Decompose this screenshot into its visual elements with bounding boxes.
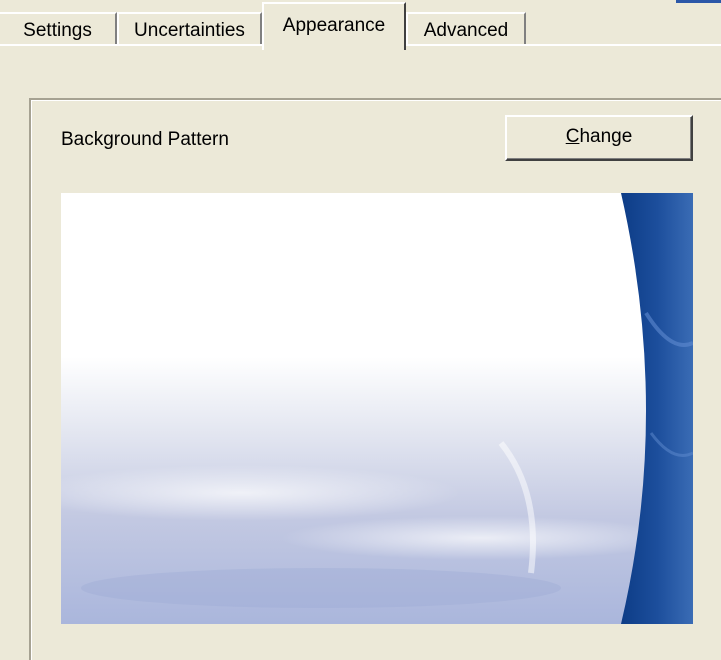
tab-strip: Settings Uncertainties Appearance Advanc… [0, 0, 721, 50]
tab-appearance[interactable]: Appearance [262, 2, 406, 50]
background-preview-image [61, 193, 693, 624]
change-button-accelerator: C [565, 126, 580, 147]
background-preview [61, 193, 693, 624]
change-button-label: hange [579, 126, 633, 147]
tab-uncertainties[interactable]: Uncertainties [117, 12, 262, 46]
change-button[interactable]: Change [505, 115, 693, 161]
tab-settings[interactable]: Settings [0, 12, 117, 46]
tab-advanced[interactable]: Advanced [406, 12, 526, 46]
background-pattern-label: Background Pattern [61, 129, 229, 150]
